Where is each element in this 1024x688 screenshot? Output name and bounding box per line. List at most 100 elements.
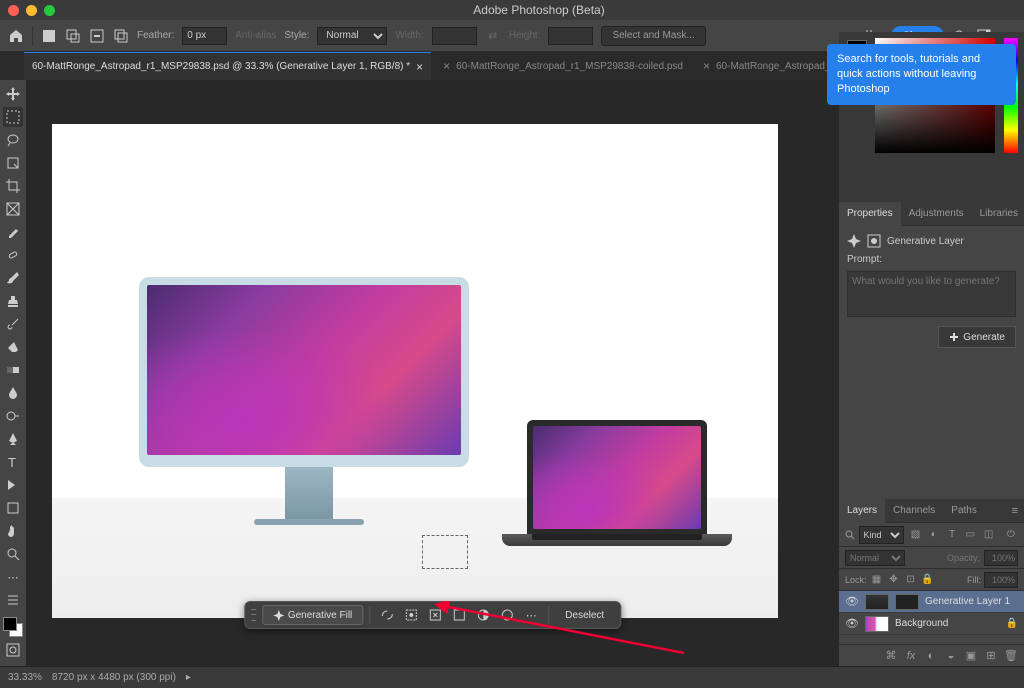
- document-canvas[interactable]: [52, 124, 778, 618]
- properties-tab[interactable]: Properties: [839, 202, 901, 226]
- drag-handle-icon[interactable]: [251, 607, 256, 623]
- marquee-selection[interactable]: [422, 535, 468, 569]
- feather-input[interactable]: [182, 27, 227, 45]
- channels-tab[interactable]: Channels: [885, 499, 943, 523]
- prompt-input[interactable]: [847, 271, 1016, 317]
- quickmask-icon[interactable]: [3, 640, 23, 660]
- delete-layer-icon[interactable]: 🗑: [1004, 649, 1018, 663]
- link-layers-icon[interactable]: ⌘: [884, 649, 898, 663]
- minimize-window-icon[interactable]: [26, 5, 37, 16]
- blend-mode-select[interactable]: Normal: [845, 550, 905, 566]
- adjustments-tab[interactable]: Adjustments: [901, 202, 972, 226]
- layer-fx-icon[interactable]: fx: [904, 649, 918, 663]
- shape-tool-icon[interactable]: [3, 498, 23, 518]
- layers-tab[interactable]: Layers: [839, 499, 885, 523]
- visibility-icon[interactable]: 👁: [845, 617, 859, 630]
- layer-thumb[interactable]: [865, 594, 889, 610]
- layer-mask-thumb[interactable]: [895, 594, 919, 610]
- lasso-tool-icon[interactable]: [3, 130, 23, 150]
- fill-input[interactable]: [984, 572, 1018, 588]
- lock-position-icon[interactable]: ✥: [887, 573, 901, 587]
- filter-search-icon[interactable]: [845, 530, 855, 540]
- brush-tool-icon[interactable]: [3, 268, 23, 288]
- visibility-icon[interactable]: 👁: [845, 595, 859, 608]
- opacity-input[interactable]: [984, 550, 1018, 566]
- fill-icon[interactable]: [448, 604, 470, 626]
- fullscreen-window-icon[interactable]: [44, 5, 55, 16]
- dodge-tool-icon[interactable]: [3, 406, 23, 426]
- remove-background-icon[interactable]: [400, 604, 422, 626]
- filter-smart-icon[interactable]: ◫: [981, 527, 995, 542]
- blur-tool-icon[interactable]: [3, 383, 23, 403]
- new-layer-icon[interactable]: ⊞: [984, 649, 998, 663]
- history-brush-icon[interactable]: [3, 314, 23, 334]
- path-tool-icon[interactable]: [3, 475, 23, 495]
- libraries-tab[interactable]: Libraries: [972, 202, 1024, 226]
- lock-artboard-icon[interactable]: ⊡: [904, 573, 918, 587]
- home-icon[interactable]: [8, 28, 24, 44]
- eraser-tool-icon[interactable]: [3, 337, 23, 357]
- lock-all-icon[interactable]: 🔒: [921, 573, 935, 587]
- filter-type-icon[interactable]: T: [945, 527, 959, 542]
- selection-tool-icon[interactable]: [3, 153, 23, 173]
- document-tab[interactable]: 60-MattRonge_Astropad_r1_MSP29838.psd @ …: [24, 52, 431, 80]
- adjustment-layer-icon[interactable]: ◒: [944, 649, 958, 663]
- hand-tool-icon[interactable]: [3, 521, 23, 541]
- selection-add-icon[interactable]: [65, 28, 81, 44]
- create-mask-icon[interactable]: [496, 604, 518, 626]
- generate-label: Generate: [963, 332, 1005, 343]
- more-icon[interactable]: ⋯: [520, 604, 542, 626]
- layer-thumb[interactable]: [865, 616, 889, 632]
- selection-intersect-icon[interactable]: [113, 28, 129, 44]
- lock-pixels-icon[interactable]: ▦: [870, 573, 884, 587]
- edit-toolbar-icon[interactable]: [3, 590, 23, 610]
- filter-kind-select[interactable]: Kind: [859, 526, 905, 544]
- group-icon[interactable]: ▣: [964, 649, 978, 663]
- generate-button[interactable]: Generate: [938, 326, 1016, 348]
- heal-tool-icon[interactable]: [3, 245, 23, 265]
- gradient-tool-icon[interactable]: [3, 360, 23, 380]
- tab-close-icon[interactable]: ×: [416, 60, 423, 74]
- layer-mask-icon[interactable]: ◐: [924, 649, 938, 663]
- chevron-right-icon[interactable]: ▸: [186, 672, 191, 683]
- layer-item[interactable]: 👁 Background 🔒: [839, 613, 1024, 635]
- type-tool-icon[interactable]: T: [3, 452, 23, 472]
- document-tab[interactable]: ×60-MattRonge_Astropad_r1_MSP29838-coile…: [435, 52, 691, 80]
- frame-tool-icon[interactable]: [3, 199, 23, 219]
- selection-new-icon[interactable]: [41, 28, 57, 44]
- zoom-tool-icon[interactable]: [3, 544, 23, 564]
- svg-text:T: T: [8, 455, 16, 469]
- move-tool-icon[interactable]: [3, 84, 23, 104]
- tab-close-icon[interactable]: ×: [703, 59, 710, 73]
- canvas-area[interactable]: Generative Fill ⋯ Deselect: [26, 80, 839, 666]
- marquee-tool-icon[interactable]: [3, 107, 23, 127]
- transform-icon[interactable]: [424, 604, 446, 626]
- pen-tool-icon[interactable]: [3, 429, 23, 449]
- filter-shape-icon[interactable]: ▭: [963, 527, 977, 542]
- feather-label: Feather:: [137, 30, 174, 41]
- crop-tool-icon[interactable]: [3, 176, 23, 196]
- search-tooltip: Search for tools, tutorials and quick ac…: [827, 44, 1016, 105]
- zoom-level[interactable]: 33.33%: [8, 672, 42, 683]
- filter-pixel-icon[interactable]: ▧: [908, 527, 922, 542]
- stamp-tool-icon[interactable]: [3, 291, 23, 311]
- panel-menu-icon[interactable]: ≡: [1006, 505, 1024, 517]
- filter-adjust-icon[interactable]: ◐: [927, 527, 941, 542]
- paths-tab[interactable]: Paths: [943, 499, 985, 523]
- close-window-icon[interactable]: [8, 5, 19, 16]
- layer-name: Background: [895, 618, 948, 629]
- deselect-button[interactable]: Deselect: [555, 605, 614, 625]
- ellipsis-icon[interactable]: ⋯: [3, 567, 23, 587]
- eyedropper-tool-icon[interactable]: [3, 222, 23, 242]
- color-swatch-icon[interactable]: [3, 617, 23, 637]
- style-select[interactable]: Normal: [317, 27, 387, 45]
- selection-subtract-icon[interactable]: [89, 28, 105, 44]
- select-subject-icon[interactable]: [376, 604, 398, 626]
- generative-fill-button[interactable]: Generative Fill: [262, 605, 363, 625]
- document-info[interactable]: 8720 px x 4480 px (300 ppi): [52, 672, 176, 683]
- tab-close-icon[interactable]: ×: [443, 59, 450, 73]
- filter-toggle-icon[interactable]: ⏻: [1004, 527, 1018, 542]
- layer-item[interactable]: 👁 Generative Layer 1: [839, 591, 1024, 613]
- select-and-mask-button[interactable]: Select and Mask...: [601, 26, 705, 46]
- adjustment-icon[interactable]: [472, 604, 494, 626]
